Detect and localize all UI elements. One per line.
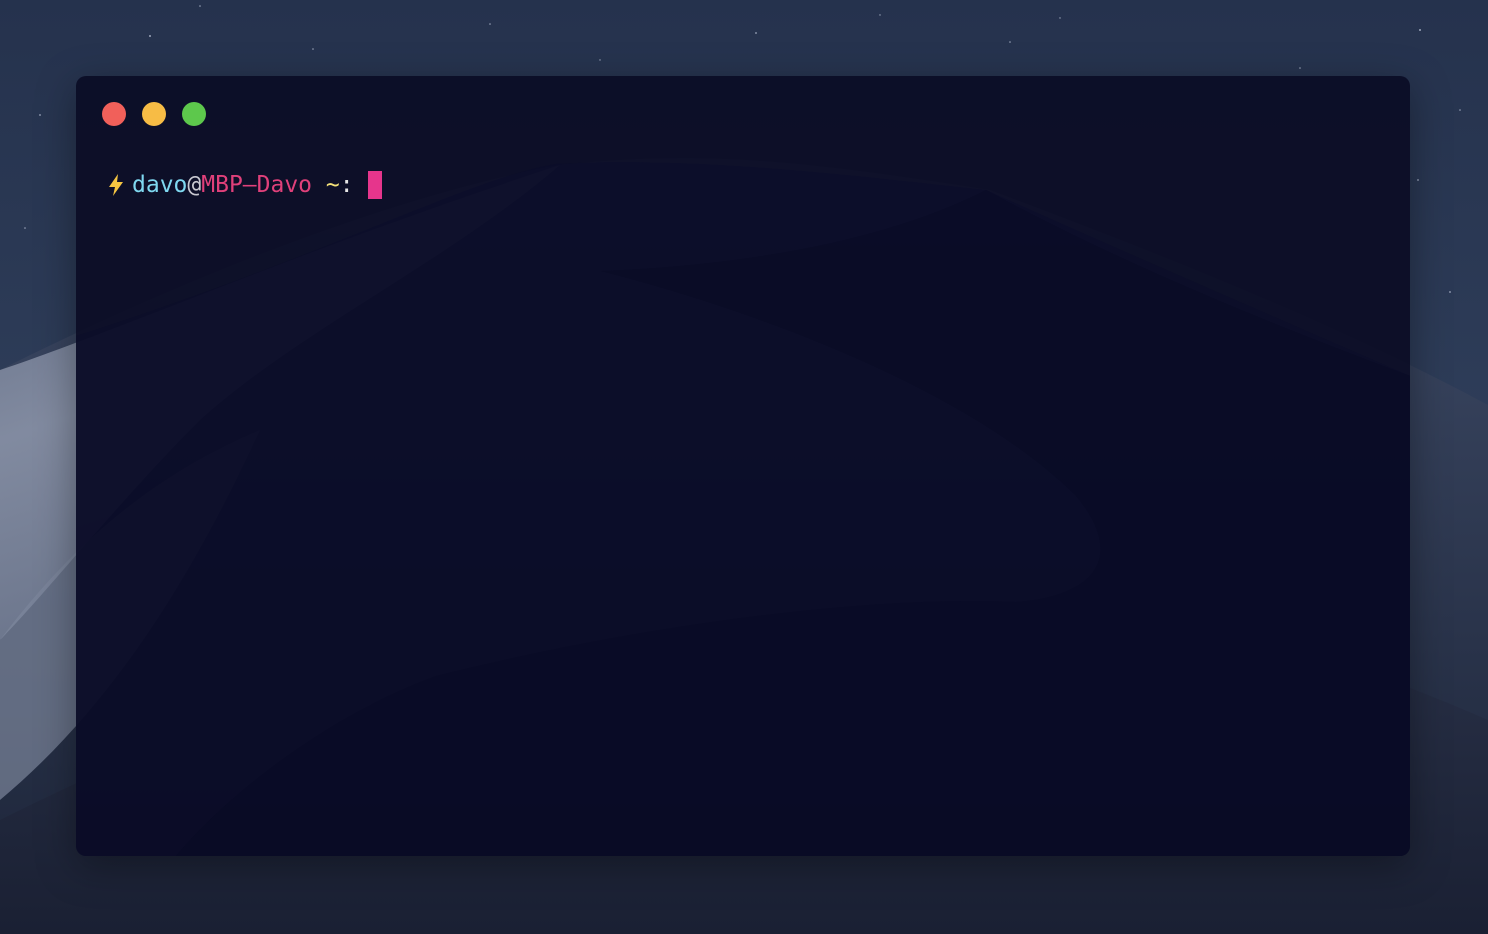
prompt-separator: : xyxy=(339,172,354,198)
text-cursor[interactable] xyxy=(367,171,382,199)
prompt-user: davo xyxy=(132,172,188,198)
maximize-button[interactable] xyxy=(182,102,206,126)
prompt-host: MBP–Davo xyxy=(201,172,313,198)
prompt-path: ~ xyxy=(312,172,340,198)
minimize-button[interactable] xyxy=(142,102,166,126)
shell-prompt[interactable]: davo @ MBP–Davo ~: xyxy=(106,170,382,200)
prompt-at-sign: @ xyxy=(187,172,202,198)
desktop-wallpaper: davo @ MBP–Davo ~: xyxy=(0,0,1488,934)
lightning-bolt-icon xyxy=(109,174,123,196)
close-button[interactable] xyxy=(102,102,126,126)
window-controls xyxy=(102,102,206,126)
terminal-window[interactable]: davo @ MBP–Davo ~: xyxy=(76,76,1410,856)
